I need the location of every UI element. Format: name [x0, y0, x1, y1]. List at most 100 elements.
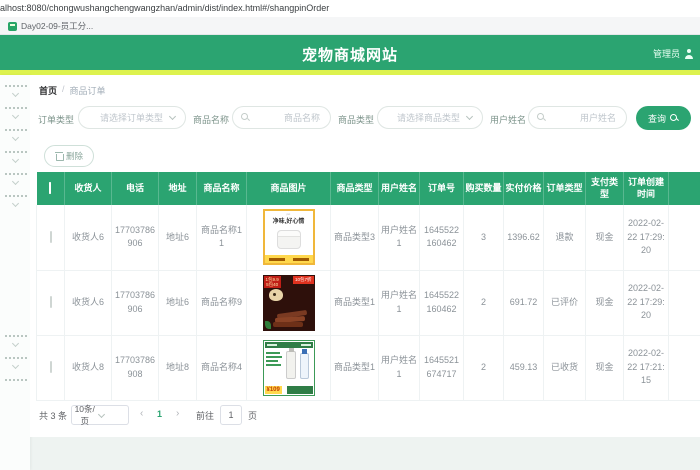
user-icon	[684, 48, 694, 59]
cell-phone: 17703786906	[111, 205, 159, 271]
column-header: 电话	[111, 172, 159, 205]
next-page-button[interactable]: ›	[176, 409, 179, 419]
sidebar	[0, 75, 30, 470]
bookmark-favicon	[8, 21, 17, 31]
sidebar-item[interactable]	[5, 147, 27, 163]
cell-order-type: 已评价	[543, 270, 586, 336]
order-type-select[interactable]: 请选择订单类型	[78, 106, 186, 129]
sidebar-item[interactable]	[5, 81, 27, 97]
cell-phone: 17703786908	[111, 335, 159, 401]
product-name-input-wrap	[232, 106, 331, 129]
product-image: ¥109	[262, 339, 315, 396]
chevron-down-icon	[13, 179, 19, 185]
cell-pay-type: 现金	[585, 205, 624, 271]
select-all-checkbox[interactable]	[49, 181, 52, 194]
goto-unit-label: 页	[248, 411, 258, 421]
column-header: 订单类型	[543, 172, 586, 205]
cell-receiver: 收货人6	[64, 270, 112, 336]
table-row: 收货人8 17703786908 地址8 商品名称4 ¥109 商品类型1 用户…	[36, 335, 700, 401]
cell-pay-type: 现金	[585, 270, 624, 336]
column-header: 商品类型	[330, 172, 379, 205]
chevron-down-icon	[13, 135, 19, 141]
chevron-down-icon	[13, 157, 19, 163]
pagination: 共 3 条 10条/页 ‹ 1 › 前往 页	[30, 403, 700, 427]
search-icon	[537, 113, 546, 122]
app-header: 宠物商城网站 管理员	[0, 35, 700, 70]
chevron-down-icon	[13, 363, 19, 369]
sidebar-item[interactable]	[5, 375, 27, 381]
url-text[interactable]: alhost:8080/chongwushangchengwangzhan/ad…	[0, 3, 329, 13]
cell-created: 2022-02-22 17:29:20	[623, 205, 669, 271]
browser-url-bar[interactable]: alhost:8080/chongwushangchengwangzhan/ad…	[0, 0, 700, 17]
page-size-select[interactable]: 10条/页	[71, 404, 129, 426]
column-header: 用户姓名	[378, 172, 420, 205]
chevron-down-icon	[13, 91, 19, 97]
sidebar-item[interactable]	[5, 169, 27, 185]
column-header: 订单创建时间	[623, 172, 669, 205]
cell-receiver: 收货人6	[64, 205, 112, 271]
cell-empty	[668, 205, 700, 271]
breadcrumb-home[interactable]: 首页	[39, 84, 57, 97]
column-header: 商品名称	[196, 172, 247, 205]
cell-address: 地址6	[158, 205, 197, 271]
sidebar-item[interactable]	[5, 103, 27, 119]
row-checkbox[interactable]	[49, 360, 52, 373]
cell-product-image: ¥109	[246, 335, 331, 401]
sidebar-item[interactable]	[5, 125, 27, 141]
total-count-label: 共 3 条	[39, 411, 68, 421]
cell-user-name: 用户姓名1	[378, 270, 420, 336]
product-type-select[interactable]: 请选择商品类型	[377, 106, 483, 129]
column-header-empty	[668, 172, 700, 205]
search-button[interactable]: 查询	[636, 106, 692, 130]
cell-order-no: 1645522160462	[419, 270, 464, 336]
column-header: 商品图片	[246, 172, 331, 205]
row-checkbox[interactable]	[49, 295, 52, 308]
cell-receiver: 收货人8	[64, 335, 112, 401]
cell-product-image: 1包9.9 5包40 10包7折	[246, 270, 331, 336]
cell-pay-type: 现金	[585, 335, 624, 401]
user-name-input[interactable]	[546, 112, 626, 123]
cell-empty	[668, 270, 700, 336]
cell-created: 2022-02-22 17:21:15	[623, 335, 669, 401]
cell-price: 1396.62	[503, 205, 544, 271]
app-title: 宠物商城网站	[301, 47, 398, 64]
cell-phone: 17703786906	[111, 270, 159, 336]
delete-button[interactable]: 删除	[44, 145, 95, 167]
goto-page-input[interactable]	[220, 405, 242, 425]
prev-page-button[interactable]: ‹	[140, 409, 143, 419]
select-all-header	[36, 172, 65, 205]
cell-product-name: 商品名称11	[196, 205, 247, 271]
cell-quantity: 3	[463, 205, 504, 271]
cell-created: 2022-02-22 17:29:20	[623, 270, 669, 336]
bookmark-label: Day02-09-员工分...	[21, 21, 94, 31]
cell-product-name: 商品名称4	[196, 335, 247, 401]
breadcrumb-current: 商品订单	[69, 86, 106, 96]
order-type-label: 订单类型	[38, 115, 75, 125]
breadcrumb-separator: /	[62, 84, 65, 94]
product-image: 1包9.9 5包40 10包7折	[262, 274, 315, 331]
chevron-down-icon	[13, 341, 19, 347]
table-row: 收货人6 17703786906 地址6 商品名称11 ᵖᵉᵗ 净味,好心情 商…	[36, 205, 700, 271]
sidebar-item[interactable]	[5, 353, 27, 369]
page-number-1[interactable]: 1	[157, 409, 162, 419]
bookmark-item[interactable]: Day02-09-员工分...	[8, 20, 93, 32]
cell-user-name: 用户姓名1	[378, 205, 420, 271]
header-user-area[interactable]: 管理员	[653, 47, 694, 60]
cell-quantity: 2	[463, 335, 504, 401]
cell-order-no: 1645521674717	[419, 335, 464, 401]
sidebar-item[interactable]	[5, 191, 27, 207]
sidebar-item[interactable]	[5, 331, 27, 347]
screen: alhost:8080/chongwushangchengwangzhan/ad…	[0, 0, 700, 470]
user-name-label: 用户姓名	[490, 115, 527, 125]
cell-price: 459.13	[503, 335, 544, 401]
cell-address: 地址8	[158, 335, 197, 401]
table-row: 收货人6 17703786906 地址6 商品名称9 1包9.9 5包40 10…	[36, 270, 700, 336]
goto-label: 前往	[196, 411, 215, 421]
cell-product-type: 商品类型1	[330, 335, 379, 401]
table-header-row: 收货人 电话 地址 商品名称 商品图片 商品类型 用户姓名 订单号 购买数量 实…	[36, 172, 700, 205]
content-panel: 首页 / 商品订单 订单类型 请选择订单类型 商品名称 商品类型 请选择商品类型…	[30, 75, 700, 437]
chevron-down-icon	[13, 113, 19, 119]
row-checkbox[interactable]	[49, 230, 52, 243]
product-name-input[interactable]	[250, 112, 330, 123]
column-header: 收货人	[64, 172, 112, 205]
